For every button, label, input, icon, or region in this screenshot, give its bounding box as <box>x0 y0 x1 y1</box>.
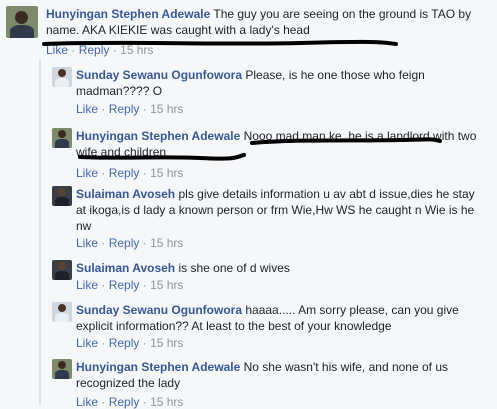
comment-author[interactable]: Hunyingan Stephen Adewale <box>46 7 210 21</box>
reply-thread-line <box>39 60 41 405</box>
reply-link[interactable]: Reply <box>109 278 140 292</box>
avatar[interactable] <box>52 359 72 379</box>
separator-dot: · <box>142 278 147 292</box>
comment-reply: Sulaiman Avoseh is she one of d wives Li… <box>52 260 492 294</box>
avatar[interactable] <box>52 67 72 87</box>
comment-timestamp[interactable]: 15 hrs <box>150 236 183 250</box>
comment-author[interactable]: Hunyingan Stephen Adewale <box>76 129 240 143</box>
separator-dot: · <box>112 43 117 57</box>
comment-reply: Sunday Sewanu Ogunfowora Please, is he o… <box>52 67 492 116</box>
avatar[interactable] <box>6 6 38 38</box>
comment-reply: Sunday Sewanu Ogunfowora haaaa..... Am s… <box>52 302 492 352</box>
comment-timestamp[interactable]: 15 hrs <box>150 336 183 350</box>
separator-dot: · <box>101 166 106 180</box>
reply-link[interactable]: Reply <box>109 336 140 350</box>
separator-dot: · <box>101 102 106 116</box>
comment-reply: Sulaiman Avoseh pls give details informa… <box>52 186 492 252</box>
avatar[interactable] <box>52 186 72 206</box>
comment-timestamp[interactable]: 15 hrs <box>150 102 183 116</box>
comment-author[interactable]: Sunday Sewanu Ogunfowora <box>76 303 242 317</box>
reply-link[interactable]: Reply <box>109 236 140 250</box>
avatar[interactable] <box>52 302 72 322</box>
comment-reply: Hunyingan Stephen Adewale No she wasn't … <box>52 359 492 409</box>
separator-dot: · <box>142 395 147 409</box>
like-link[interactable]: Like <box>76 166 98 180</box>
comment-thread: Hunyingan Stephen Adewale The guy you ar… <box>0 0 497 409</box>
comment-author[interactable]: Sunday Sewanu Ogunfowora <box>76 68 242 82</box>
like-link[interactable]: Like <box>76 336 98 350</box>
separator-dot: · <box>101 395 106 409</box>
reply-link[interactable]: Reply <box>109 102 140 116</box>
separator-dot: · <box>101 236 106 250</box>
reply-link[interactable]: Reply <box>109 395 140 409</box>
like-link[interactable]: Like <box>76 236 98 250</box>
like-link[interactable]: Like <box>46 43 68 57</box>
comment: Hunyingan Stephen Adewale The guy you ar… <box>6 6 497 60</box>
comment-author[interactable]: Sulaiman Avoseh <box>76 187 175 201</box>
like-link[interactable]: Like <box>76 102 98 116</box>
reply-link[interactable]: Reply <box>79 43 110 57</box>
separator-dot: · <box>142 102 147 116</box>
comment-timestamp[interactable]: 15 hrs <box>150 395 183 409</box>
separator-dot: · <box>142 236 147 250</box>
comment-author[interactable]: Hunyingan Stephen Adewale <box>76 360 240 374</box>
avatar[interactable] <box>52 260 72 280</box>
comment-text: is she one of d wives <box>178 261 290 275</box>
separator-dot: · <box>101 278 106 292</box>
separator-dot: · <box>101 336 106 350</box>
avatar[interactable] <box>52 128 72 148</box>
comment-timestamp[interactable]: 15 hrs <box>150 278 183 292</box>
comment-timestamp[interactable]: 15 hrs <box>120 43 153 57</box>
separator-dot: · <box>142 336 147 350</box>
separator-dot: · <box>71 43 76 57</box>
comment-timestamp[interactable]: 15 hrs <box>150 166 183 180</box>
like-link[interactable]: Like <box>76 278 98 292</box>
comment-author[interactable]: Sulaiman Avoseh <box>76 261 175 275</box>
reply-link[interactable]: Reply <box>109 166 140 180</box>
like-link[interactable]: Like <box>76 395 98 409</box>
comment-reply: Hunyingan Stephen Adewale Nooo mad man k… <box>52 128 492 180</box>
separator-dot: · <box>142 166 147 180</box>
